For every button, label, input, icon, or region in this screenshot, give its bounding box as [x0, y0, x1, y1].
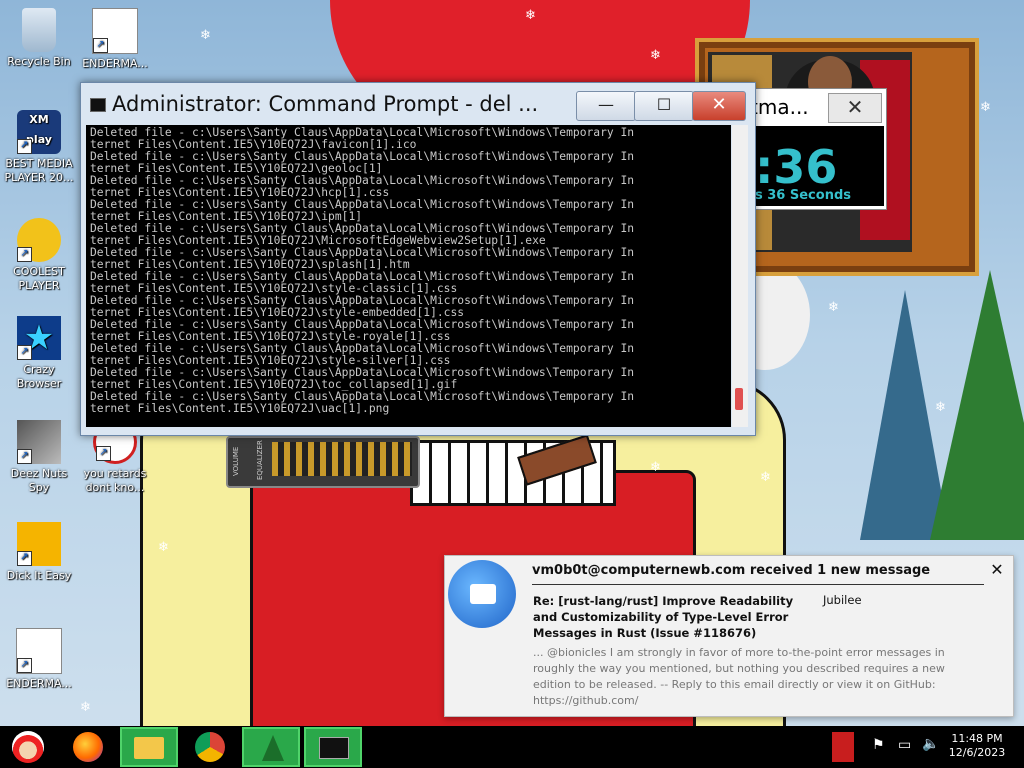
star-icon: ★ ↗ — [17, 316, 61, 360]
notification-close-button[interactable]: ✕ — [988, 561, 1006, 579]
taskbar-chrome[interactable] — [188, 727, 232, 767]
shortcut-arrow-icon: ↗ — [93, 38, 108, 53]
cartoon-face-icon: ↗ — [17, 218, 61, 262]
countdown-window-title: tma... — [750, 95, 809, 119]
volume-icon[interactable]: 🔈 — [922, 737, 939, 751]
stacked-windows-icon: ↗ — [17, 420, 61, 464]
equalizer-label: EQUALIZER — [256, 440, 264, 480]
desktop-icon-label: Crazy Browser — [16, 363, 62, 390]
taskbar-file-explorer[interactable] — [120, 727, 178, 767]
snowflake-icon: ❄ — [200, 28, 211, 43]
xmplay-icon: XM play ↗ — [17, 110, 61, 154]
desktop-icon-label: Deez Nuts Spy — [10, 467, 68, 494]
christmas-tree-icon — [262, 735, 284, 761]
clock-date: 12/6/2023 — [948, 746, 1006, 759]
desktop-icon-coolest-player[interactable]: ↗ COOLEST PLAYER — [1, 218, 77, 293]
clock[interactable]: 11:48 PM 12/6/2023 — [942, 732, 1012, 760]
notification-subject: Re: [rust-lang/rust] Improve Readability… — [533, 594, 794, 640]
snowflake-icon: ❄ — [158, 540, 169, 555]
chrome-icon — [195, 732, 225, 762]
snowflake-icon: ❄ — [980, 100, 991, 115]
shortcut-arrow-icon: ↗ — [17, 449, 32, 464]
letters-de-icon: ↗ — [17, 522, 61, 566]
console-line: ternet Files\Content.IE5\Y10EQ72J\uac[1]… — [90, 402, 390, 415]
application-window-icon: ↗ — [92, 8, 138, 54]
shortcut-arrow-icon: ↗ — [17, 139, 32, 154]
desktop-icon-dick-it-easy[interactable]: ↗ Dick It Easy — [1, 522, 77, 583]
close-icon: ✕ — [846, 95, 864, 119]
maximize-button[interactable]: ☐ — [634, 91, 694, 121]
shortcut-arrow-icon: ↗ — [17, 658, 32, 673]
desktop-icon-label: ENDERMA... — [6, 677, 72, 690]
application-window-icon: ↗ — [16, 628, 62, 674]
countdown-subtitle: s 36 Seconds — [755, 188, 851, 203]
console-scrollbar-thumb[interactable] — [735, 388, 743, 410]
close-icon: ✕ — [990, 560, 1004, 579]
taskbar-command-prompt[interactable] — [304, 727, 362, 767]
start-button[interactable] — [6, 727, 50, 767]
snowflake-icon: ❄ — [935, 400, 946, 415]
snowflake-icon: ❄ — [525, 8, 536, 23]
snowflake-icon: ❄ — [650, 460, 661, 475]
console-scrollbar[interactable] — [732, 125, 748, 427]
console-lines: Deleted file - c:\Users\Santy Claus\AppD… — [90, 127, 634, 415]
desktop-icon-recycle-bin[interactable]: Recycle Bin — [1, 8, 77, 69]
desktop-icon-crazy-browser[interactable]: ★ ↗ Crazy Browser — [1, 316, 77, 391]
notification-header: vm0b0t@computernewb.com received 1 new m… — [532, 563, 931, 578]
desktop-icon-deez-nuts-spy[interactable]: ↗ Deez Nuts Spy — [1, 420, 77, 495]
equalizer-sliders[interactable] — [272, 442, 412, 476]
maximize-icon: ☐ — [656, 95, 672, 114]
desktop-icon-best-media-player[interactable]: XM play ↗ BEST MEDIA PLAYER 20... — [1, 110, 77, 185]
snowflake-icon: ❄ — [828, 300, 839, 315]
desktop-icon-enderman-1[interactable]: ↗ ENDERMA... — [77, 8, 153, 71]
santa-start-icon — [12, 731, 44, 763]
minimize-button[interactable]: — — [576, 91, 636, 121]
notification-sender: Jubilee — [823, 593, 862, 607]
shortcut-arrow-icon: ↗ — [17, 551, 32, 566]
shortcut-arrow-icon: ↗ — [96, 446, 111, 461]
snowflake-icon: ❄ — [650, 48, 661, 63]
command-prompt-title: Administrator: Command Prompt - del ... — [112, 92, 539, 116]
power-icon[interactable]: ▭ — [898, 738, 911, 752]
tray-app-icon[interactable] — [832, 732, 854, 762]
desktop-icon-label: COOLEST PLAYER — [13, 265, 65, 292]
countdown-close-button[interactable]: ✕ — [828, 93, 882, 123]
snowflake-icon: ❄ — [80, 700, 91, 715]
notification-divider — [532, 584, 984, 585]
notification-preview: ... @bionicles I am strongly in favor of… — [533, 646, 945, 707]
desktop-icon-label: Recycle Bin — [7, 55, 71, 68]
console-icon — [319, 737, 349, 759]
volume-label: VOLUME — [232, 446, 240, 476]
folder-icon — [134, 737, 164, 759]
desktop-icon-label: Dick It Easy — [6, 569, 72, 582]
snowflake-icon: ❄ — [760, 470, 771, 485]
close-icon: ✕ — [711, 94, 727, 115]
shortcut-arrow-icon: ↗ — [17, 345, 32, 360]
recycle-bin-icon — [22, 8, 56, 52]
network-icon[interactable]: ⚑ — [872, 738, 885, 752]
countdown-digits: :36 — [755, 140, 838, 194]
minimize-icon: — — [598, 95, 614, 114]
firefox-icon — [73, 732, 103, 762]
desktop-icon-label: you retards dont kno... — [83, 467, 147, 494]
console-output[interactable]: Deleted file - c:\Users\Santy Claus\AppD… — [86, 125, 731, 427]
console-icon — [90, 98, 106, 112]
desktop-icon-enderman-2[interactable]: ↗ ENDERMA... — [1, 628, 77, 691]
shortcut-arrow-icon: ↗ — [17, 247, 32, 262]
taskbar-christmas-app[interactable] — [242, 727, 300, 767]
close-button[interactable]: ✕ — [692, 91, 746, 121]
desktop-icon-label: BEST MEDIA PLAYER 20... — [4, 157, 74, 184]
clock-time: 11:48 PM — [951, 732, 1003, 745]
envelope-icon — [470, 584, 496, 604]
desktop-icon-label: ENDERMA... — [82, 57, 148, 70]
taskbar-firefox[interactable] — [66, 727, 110, 767]
